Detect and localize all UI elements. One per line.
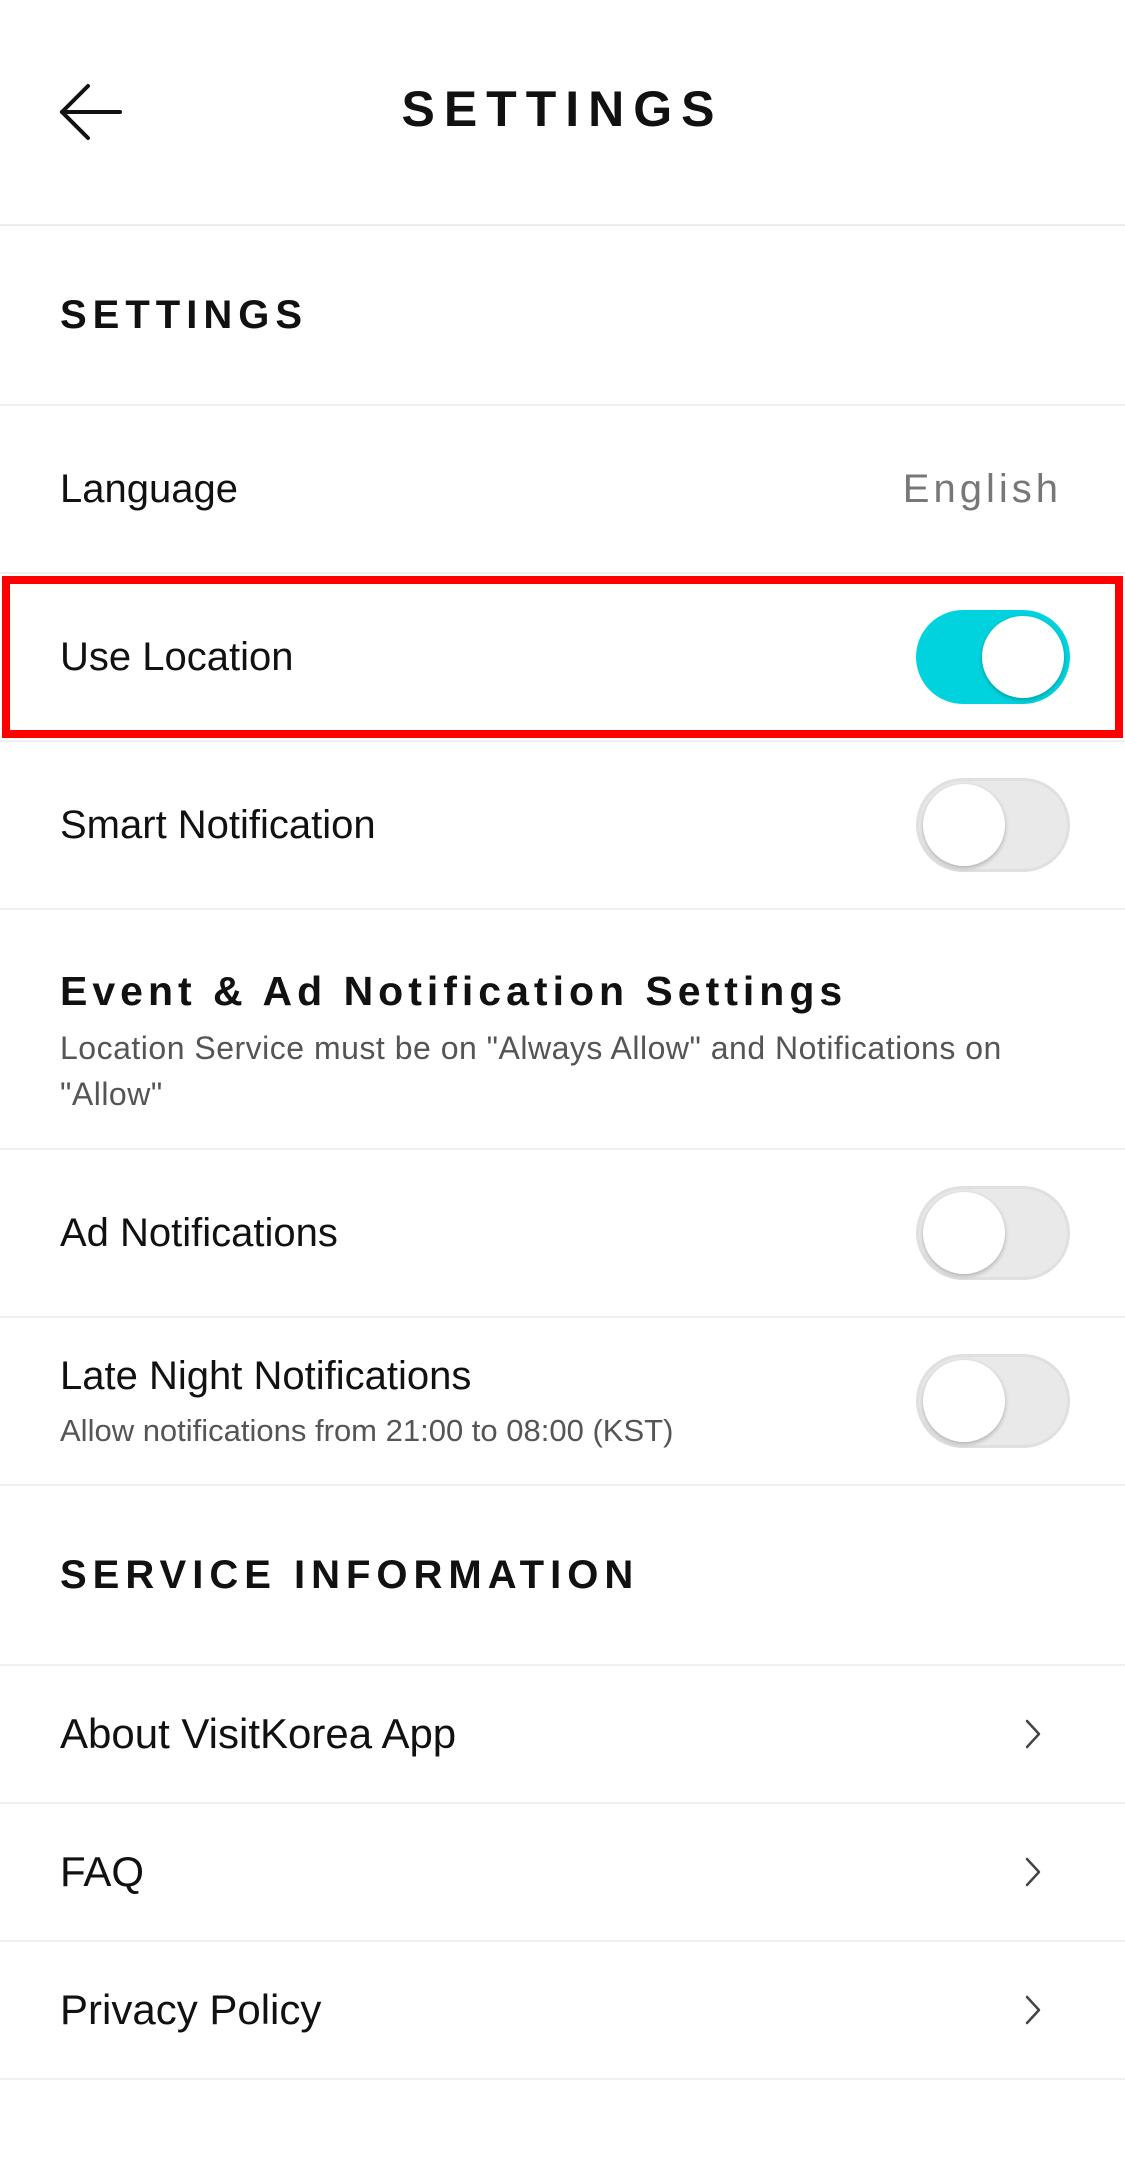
use-location-row: Use Location <box>0 574 1125 742</box>
toggle-knob <box>923 1192 1005 1274</box>
ad-notifications-toggle[interactable] <box>916 1186 1070 1280</box>
toggle-knob <box>923 1360 1005 1442</box>
ad-notifications-label: Ad Notifications <box>60 1210 338 1255</box>
chevron-right-icon <box>1021 1990 1045 2030</box>
section-heading-service-information: SERVICE INFORMATION <box>0 1486 1125 1666</box>
ad-notifications-row: Ad Notifications <box>0 1150 1125 1318</box>
chevron-right-icon <box>1021 1714 1045 1754</box>
faq-row[interactable]: FAQ <box>0 1804 1125 1942</box>
language-label: Language <box>60 466 238 511</box>
language-row[interactable]: Language English <box>0 406 1125 574</box>
event-ad-section: Event & Ad Notification Settings Locatio… <box>0 910 1125 1150</box>
privacy-policy-row[interactable]: Privacy Policy <box>0 1942 1125 2080</box>
section-heading-event-ad: Event & Ad Notification Settings <box>60 968 848 1014</box>
faq-label: FAQ <box>60 1848 145 1895</box>
use-location-toggle[interactable] <box>916 610 1070 704</box>
about-app-row[interactable]: About VisitKorea App <box>0 1666 1125 1804</box>
settings-screen: SETTINGS SETTINGS Language English Use L… <box>0 0 1125 2184</box>
section-heading-settings: SETTINGS <box>0 226 1125 406</box>
event-ad-description: Location Service must be on "Always Allo… <box>60 1030 1002 1112</box>
late-night-toggle[interactable] <box>916 1354 1070 1448</box>
privacy-policy-label: Privacy Policy <box>60 1986 322 2033</box>
smart-notification-label: Smart Notification <box>60 802 376 847</box>
smart-notification-toggle[interactable] <box>916 778 1070 872</box>
toggle-knob <box>982 616 1064 698</box>
use-location-label: Use Location <box>60 634 294 679</box>
about-app-label: About VisitKorea App <box>60 1710 457 1757</box>
late-night-sublabel: Allow notifications from 21:00 to 08:00 … <box>60 1412 674 1448</box>
late-night-text: Late Night Notifications Allow notificat… <box>60 1354 916 1449</box>
smart-notification-row: Smart Notification <box>0 742 1125 910</box>
language-value[interactable]: English <box>903 467 1062 512</box>
page-title: SETTINGS <box>401 81 724 137</box>
chevron-right-icon <box>1021 1852 1045 1892</box>
header: SETTINGS <box>0 0 1125 226</box>
late-night-label: Late Night Notifications <box>60 1353 472 1398</box>
late-night-row: Late Night Notifications Allow notificat… <box>0 1318 1125 1486</box>
toggle-knob <box>923 784 1005 866</box>
